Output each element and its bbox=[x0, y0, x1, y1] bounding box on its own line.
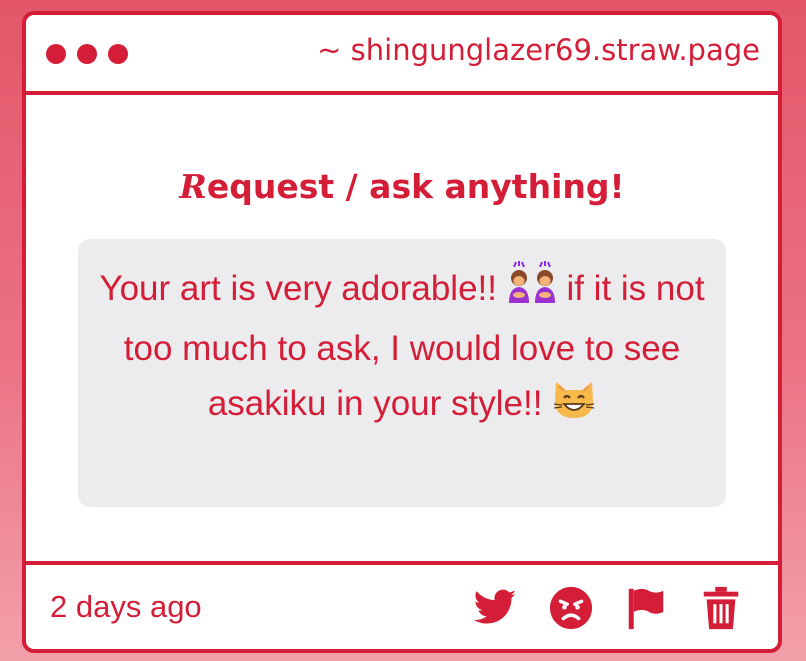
angry-face-icon bbox=[549, 586, 593, 630]
trash-icon bbox=[703, 586, 739, 630]
angry-react-button[interactable] bbox=[548, 585, 594, 631]
flag-icon bbox=[628, 588, 664, 630]
title-text: equest / ask anything! bbox=[206, 167, 625, 206]
question-message: Your art is very adorable!! if it is not… bbox=[78, 239, 726, 507]
card-footer: 2 days ago bbox=[26, 561, 778, 649]
grinning-cat-emoji-icon bbox=[552, 378, 596, 436]
message-text-1: Your art is very adorable!! bbox=[99, 269, 507, 308]
report-button[interactable] bbox=[623, 585, 669, 631]
title-initial: R bbox=[179, 167, 207, 206]
page-url[interactable]: ~ shingunglazer69.straw.page bbox=[317, 33, 760, 67]
delete-button[interactable] bbox=[698, 585, 744, 631]
window-dot-2 bbox=[77, 44, 97, 64]
twitter-share-button[interactable] bbox=[472, 585, 518, 631]
window-dot-1 bbox=[46, 44, 66, 64]
title-bar: ~ shingunglazer69.straw.page bbox=[26, 15, 778, 95]
grinning-cat-emoji-icon-graphic bbox=[554, 382, 595, 418]
bowing-woman-emoji-icon bbox=[507, 261, 557, 321]
bowing-woman-emoji-icon-graphic bbox=[508, 261, 555, 303]
window-dot-3 bbox=[108, 44, 128, 64]
timestamp: 2 days ago bbox=[50, 589, 202, 624]
ask-card: ~ shingunglazer69.straw.page Request / a… bbox=[22, 11, 782, 653]
page-title: Request / ask anything! bbox=[26, 167, 778, 206]
twitter-icon bbox=[473, 589, 517, 624]
